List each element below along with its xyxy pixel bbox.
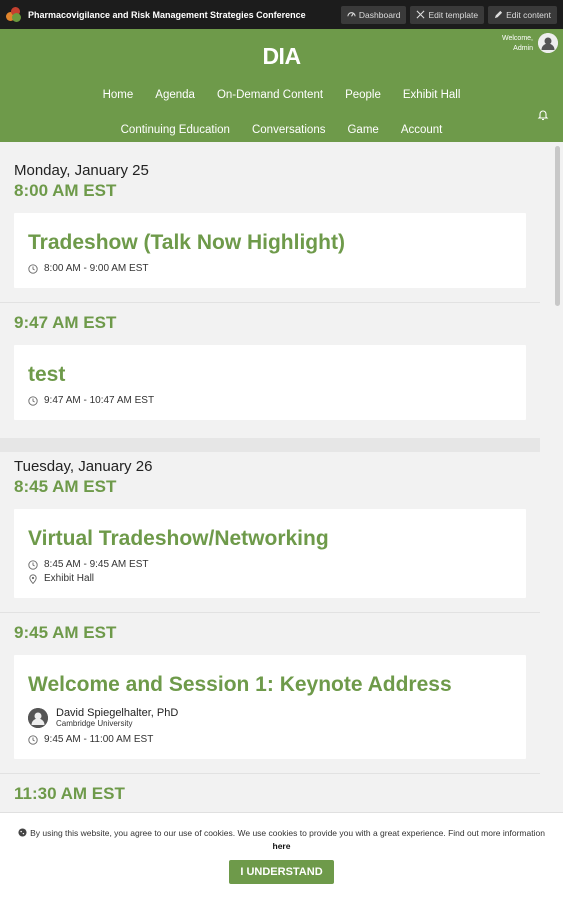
user-icon [28, 707, 48, 728]
time-slot-heading: 9:47 AM EST [14, 313, 117, 332]
nav-on-demand-content[interactable]: On-Demand Content [206, 89, 334, 101]
clock-icon [28, 559, 38, 570]
session-title[interactable]: test [28, 361, 512, 389]
session-title[interactable]: Welcome and Session 1: Keynote Address [28, 671, 512, 699]
day-label: Tuesday, January 26 [14, 458, 153, 475]
accept-cookies-button[interactable]: I UNDERSTAND [229, 860, 334, 884]
clock-icon [28, 395, 38, 406]
speaker[interactable]: David Spiegelhalter, PhD Cambridge Unive… [28, 707, 512, 728]
user-name: Admin [513, 45, 533, 52]
time-slot-heading: 9:45 AM EST [14, 623, 117, 642]
bell-icon[interactable] [537, 109, 549, 121]
edit-template-label: Edit template [428, 9, 479, 20]
session-time-text: 9:47 AM - 10:47 AM EST [44, 395, 155, 406]
nav-home[interactable]: Home [92, 89, 145, 101]
clock-icon [28, 263, 38, 274]
event-title: Pharmacovigilance and Risk Management St… [28, 9, 306, 20]
edit-template-button[interactable]: Edit template [410, 5, 485, 24]
time-slot-heading: 11:30 AM EST [14, 784, 125, 803]
slot-divider [0, 302, 540, 303]
session-time: 9:45 AM - 11:00 AM EST [28, 734, 512, 745]
time-slot-heading: 8:45 AM EST [14, 477, 117, 496]
dashboard-icon [347, 12, 356, 17]
site-header: DIA Welcome, Admin Home Agenda On-Demand… [0, 29, 563, 142]
time-slot-heading: 8:00 AM EST [14, 181, 117, 200]
session-time: 8:45 AM - 9:45 AM EST [28, 559, 512, 570]
session-card[interactable]: test 9:47 AM - 10:47 AM EST [14, 345, 526, 420]
day-label: Monday, January 25 [14, 162, 149, 179]
session-location: Exhibit Hall [28, 573, 512, 584]
dashboard-button[interactable]: Dashboard [340, 5, 407, 24]
session-time-text: 8:45 AM - 9:45 AM EST [44, 559, 149, 570]
welcome-text: Welcome, Admin [502, 34, 533, 54]
edit-content-button[interactable]: Edit content [488, 5, 557, 24]
main-nav-row-2: Continuing Education Conversations Game … [0, 124, 563, 136]
nav-exhibit-hall[interactable]: Exhibit Hall [392, 89, 472, 101]
template-icon [417, 10, 425, 19]
dashboard-label: Dashboard [358, 9, 401, 20]
session-location-text[interactable]: Exhibit Hall [44, 573, 94, 584]
session-time: 9:47 AM - 10:47 AM EST [28, 395, 512, 406]
cookie-icon [18, 828, 27, 837]
slot-divider [0, 612, 540, 613]
session-card[interactable]: Tradeshow (Talk Now Highlight) 8:00 AM -… [14, 213, 526, 288]
agenda-day: Tuesday, January 26 8:45 AM EST Virtual … [0, 452, 540, 804]
nav-game[interactable]: Game [336, 124, 389, 136]
session-time-text: 9:45 AM - 11:00 AM EST [44, 734, 154, 745]
user-avatar[interactable] [538, 33, 558, 53]
main-nav-row-1: Home Agenda On-Demand Content People Exh… [0, 89, 563, 101]
day-separator [0, 438, 540, 452]
scrollbar[interactable] [555, 146, 560, 306]
cookie-text: By using this website, you agree to our … [30, 828, 545, 838]
agenda-list: Monday, January 25 8:00 AM EST Tradeshow… [0, 142, 540, 804]
speaker-avatar [28, 707, 48, 728]
session-title[interactable]: Virtual Tradeshow/Networking [28, 525, 512, 553]
cookie-more-info-link[interactable]: here [273, 841, 291, 851]
location-pin-icon [29, 573, 37, 584]
site-logo-icon[interactable] [6, 6, 22, 23]
agenda-day: Monday, January 25 8:00 AM EST Tradeshow… [0, 142, 540, 420]
cookie-message: By using this website, you agree to our … [0, 813, 563, 853]
nav-agenda[interactable]: Agenda [144, 89, 206, 101]
session-time-text: 8:00 AM - 9:00 AM EST [44, 263, 149, 274]
nav-account[interactable]: Account [390, 124, 454, 136]
nav-conversations[interactable]: Conversations [241, 124, 337, 136]
cookie-banner: By using this website, you agree to our … [0, 812, 563, 900]
admin-bar: Pharmacovigilance and Risk Management St… [0, 0, 563, 29]
pencil-icon [495, 10, 503, 19]
nav-people[interactable]: People [334, 89, 392, 101]
user-icon [538, 33, 558, 53]
speaker-organization: Cambridge University [56, 719, 133, 728]
dia-logo[interactable]: DIA [0, 43, 563, 70]
slot-divider [0, 773, 540, 774]
speaker-name[interactable]: David Spiegelhalter, PhD [56, 707, 178, 719]
session-time: 8:00 AM - 9:00 AM EST [28, 263, 512, 274]
session-card[interactable]: Welcome and Session 1: Keynote Address D… [14, 655, 526, 759]
welcome-line: Welcome, [502, 35, 533, 42]
nav-continuing-education[interactable]: Continuing Education [110, 124, 241, 136]
clock-icon [28, 734, 38, 745]
edit-content-label: Edit content [506, 9, 551, 20]
session-card[interactable]: Virtual Tradeshow/Networking 8:45 AM - 9… [14, 509, 526, 598]
session-title[interactable]: Tradeshow (Talk Now Highlight) [28, 229, 512, 257]
